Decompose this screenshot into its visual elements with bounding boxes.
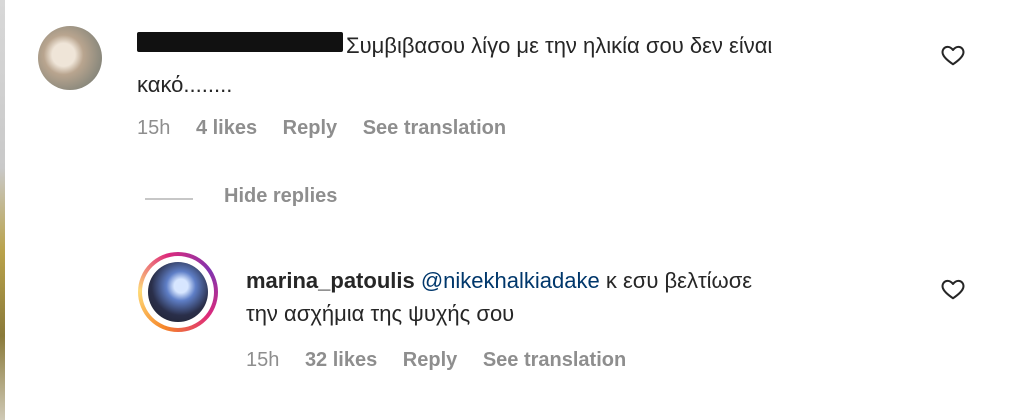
reply-text-line2: την ασχήμια της ψυχής σου <box>246 301 515 326</box>
comment-time: 15h <box>137 117 171 139</box>
like-heart-icon[interactable] <box>940 42 966 68</box>
reply-text-line1: marina_patoulis @nikekhalkiadake κ εσυ β… <box>246 264 752 298</box>
comment-text-line1: Συμβιβασου λίγο με την ηλικία σου δεν εί… <box>346 33 773 58</box>
reply-likes-link[interactable]: 32 likes <box>305 349 377 371</box>
reply-username[interactable]: marina_patoulis <box>246 268 415 293</box>
left-edge-strip <box>0 0 5 420</box>
hide-replies-button[interactable]: Hide replies <box>224 185 337 208</box>
comment-meta: 15h 4 likes Reply See translation <box>137 117 526 140</box>
reply-text-rest: κ εσυ βελτίωσε <box>599 268 753 293</box>
reply-time: 15h <box>246 349 280 371</box>
reply-mention[interactable]: @nikekhalkiadake <box>421 268 600 293</box>
comment-likes-link[interactable]: 4 likes <box>196 117 257 139</box>
comment-reply-button[interactable]: Reply <box>283 117 337 139</box>
redacted-username <box>137 32 343 52</box>
reply-avatar[interactable] <box>148 262 208 322</box>
reply-see-translation-button[interactable]: See translation <box>483 349 626 371</box>
comment-text-line2: κακό........ <box>137 72 233 97</box>
reply-meta: 15h 32 likes Reply See translation <box>246 349 646 372</box>
reply-like-heart-icon[interactable] <box>940 276 966 302</box>
reply-reply-button[interactable]: Reply <box>403 349 457 371</box>
replies-divider-line <box>145 198 193 200</box>
comment-see-translation-button[interactable]: See translation <box>363 117 506 139</box>
commenter-avatar[interactable] <box>38 26 102 90</box>
